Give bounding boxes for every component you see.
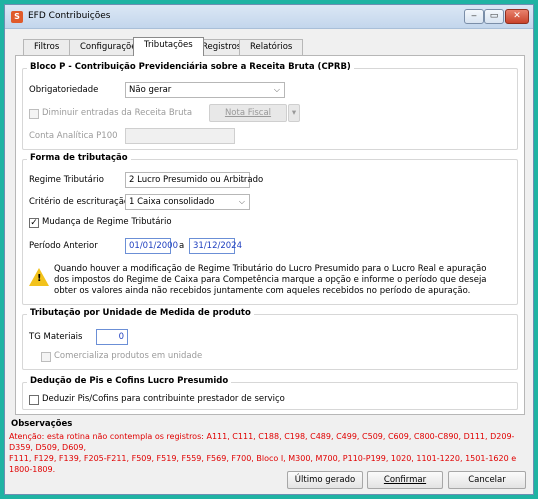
diminuir-checkbox[interactable] bbox=[29, 109, 39, 119]
bloco-p-title: Bloco P - Contribuição Previdenciária so… bbox=[27, 62, 354, 72]
ultimo-gerado-button[interactable]: Último gerado bbox=[287, 471, 363, 489]
observacoes-title: Observações bbox=[11, 419, 73, 429]
confirmar-button[interactable]: Confirmar bbox=[367, 471, 443, 489]
observacoes-line-1: Atenção: esta rotina não contempla os re… bbox=[9, 432, 515, 452]
close-button[interactable]: ✕ bbox=[505, 9, 529, 24]
window-title: EFD Contribuições bbox=[28, 11, 111, 21]
dropdown-arrow-icon: ▾ bbox=[291, 108, 297, 118]
criterio-label: Critério de escrituração bbox=[29, 197, 130, 207]
periodo-inicio-input[interactable]: 01/01/2000 bbox=[125, 238, 178, 254]
forma-tributacao-title: Forma de tributação bbox=[27, 153, 131, 163]
chevron-down-icon: ⌵ bbox=[238, 175, 245, 184]
observacoes-text: Atenção: esta rotina não contempla os re… bbox=[9, 431, 529, 475]
cancelar-button[interactable]: Cancelar bbox=[448, 471, 526, 489]
obrigatoriedade-value: Não gerar bbox=[129, 85, 172, 95]
warning-mark: ! bbox=[37, 273, 42, 284]
periodo-anterior-label: Período Anterior bbox=[29, 241, 98, 251]
tg-materiais-input[interactable]: 0 bbox=[96, 329, 128, 345]
conta-analitica-input[interactable] bbox=[125, 128, 235, 144]
tab-filtros[interactable]: Filtros bbox=[23, 39, 71, 55]
aviso-line-1: Quando houver a modificação de Regime Tr… bbox=[54, 264, 487, 274]
aviso-line-3: obter os valores ainda não recebidos jun… bbox=[54, 286, 471, 296]
mudanca-regime-checkbox[interactable]: ✓ bbox=[29, 218, 39, 228]
deduzir-label: Deduzir Pis/Cofins para contribuinte pre… bbox=[42, 394, 285, 404]
forma-tributacao-group: Forma de tributação Regime Tributário 2 … bbox=[22, 153, 518, 305]
deducao-group: Dedução de Pis e Cofins Lucro Presumido … bbox=[22, 376, 518, 410]
ultimo-gerado-label: Último gerado bbox=[294, 475, 356, 485]
tributacoes-panel: Bloco P - Contribuição Previdenciária so… bbox=[15, 55, 525, 415]
maximize-button[interactable]: ▭ bbox=[484, 9, 504, 24]
confirmar-label: Confirmar bbox=[383, 475, 427, 485]
efd-window: S EFD Contribuições ‒ ▭ ✕ Filtros Config… bbox=[4, 4, 534, 495]
chevron-down-icon: ⌵ bbox=[273, 85, 280, 94]
deduzir-checkbox[interactable] bbox=[29, 395, 39, 405]
aviso-line-2: dos impostos do Regime de Caixa para Com… bbox=[54, 275, 487, 285]
deducao-title: Dedução de Pis e Cofins Lucro Presumido bbox=[27, 376, 232, 386]
regime-label: Regime Tributário bbox=[29, 175, 104, 185]
periodo-fim-input[interactable]: 31/12/2024 bbox=[189, 238, 242, 254]
nota-fiscal-label: Nota Fiscal bbox=[224, 108, 272, 118]
efd-app-icon: S bbox=[11, 11, 23, 23]
mudanca-regime-label: Mudança de Regime Tributário bbox=[42, 217, 172, 227]
bloco-p-group: Bloco P - Contribuição Previdenciária so… bbox=[22, 62, 518, 150]
criterio-value: 1 Caixa consolidado bbox=[129, 197, 215, 207]
tg-materiais-label: TG Materiais bbox=[29, 332, 83, 342]
obrigatoriedade-label: Obrigatoriedade bbox=[29, 85, 99, 95]
tab-tributacoes[interactable]: Tributações bbox=[133, 37, 204, 56]
comercializa-label: Comercializa produtos em unidade bbox=[54, 351, 203, 361]
obrigatoriedade-select[interactable]: Não gerar ⌵ bbox=[125, 82, 285, 98]
title-bar: S EFD Contribuições ‒ ▭ ✕ bbox=[5, 5, 533, 29]
tab-relatorios[interactable]: Relatórios bbox=[239, 39, 304, 55]
minimize-button[interactable]: ‒ bbox=[464, 9, 484, 24]
unidade-medida-group: Tributação por Unidade de Medida de prod… bbox=[22, 308, 518, 370]
chevron-down-icon: ⌵ bbox=[238, 197, 245, 206]
criterio-select[interactable]: 1 Caixa consolidado ⌵ bbox=[125, 194, 250, 210]
nota-fiscal-dropdown[interactable]: ▾ bbox=[288, 104, 300, 122]
cancelar-label: Cancelar bbox=[468, 475, 506, 485]
periodo-separator: a bbox=[179, 241, 185, 251]
regime-select[interactable]: 2 Lucro Presumido ou Arbitrado ⌵ bbox=[125, 172, 263, 188]
diminuir-label: Diminuir entradas da Receita Bruta bbox=[42, 108, 193, 118]
unidade-medida-title: Tributação por Unidade de Medida de prod… bbox=[27, 308, 254, 318]
conta-analitica-label: Conta Analítica P100 bbox=[29, 131, 118, 141]
nota-fiscal-button[interactable]: Nota Fiscal bbox=[209, 104, 287, 122]
comercializa-checkbox[interactable] bbox=[41, 352, 51, 362]
